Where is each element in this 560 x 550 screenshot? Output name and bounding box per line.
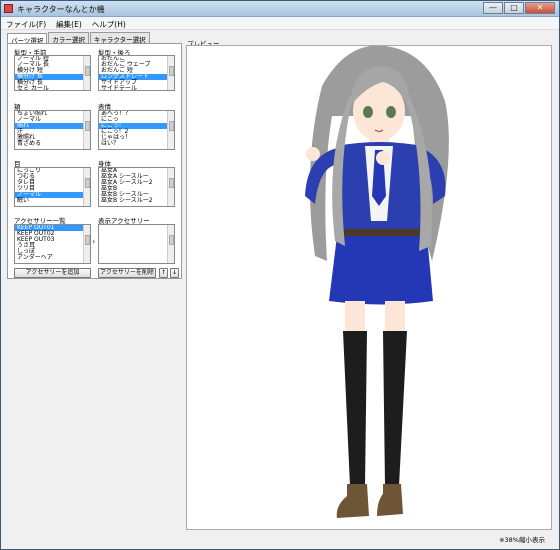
move-up-button[interactable]: ↑ xyxy=(159,268,168,278)
character-illustration xyxy=(305,45,449,518)
menu-file[interactable]: ファイル(F) xyxy=(1,17,51,29)
preview-canvas xyxy=(186,45,552,530)
scrollbar[interactable] xyxy=(167,111,174,149)
accessory-list[interactable]: KEEP OUT01 KEEP OUT02 KEEP OUT03 うさ耳 しっぽ アンダー… xyxy=(14,224,91,264)
scroll-thumb[interactable] xyxy=(85,121,90,131)
left-eye xyxy=(363,106,373,118)
eyes-list[interactable]: にっこり つむる タレ目 ツリ目 ノーマル 眠い xyxy=(14,167,91,207)
list-item[interactable]: 巫女B シースルー2 xyxy=(99,198,174,204)
left-thigh xyxy=(345,301,365,333)
list-item[interactable]: はい？ xyxy=(99,141,174,147)
menu-bar: ファイル(F) 編集(E) ヘルプ(H) xyxy=(1,17,559,30)
right-hand xyxy=(376,151,390,165)
zoom-status: ※38%縮小表示 xyxy=(499,536,545,544)
scrollbar[interactable] xyxy=(83,168,90,206)
list-item[interactable]: セミ カール xyxy=(15,86,90,91)
move-accessory-button[interactable]: › xyxy=(92,237,95,246)
scrollbar[interactable] xyxy=(83,56,90,90)
scroll-thumb[interactable] xyxy=(169,121,174,131)
expression-list[interactable]: あへっ！？ にこっ にこっ！ にこっ！2 じゃはっ！ はい？ xyxy=(98,110,175,150)
tab-character[interactable]: キャラクター選択 xyxy=(89,32,150,44)
right-thigh xyxy=(385,301,405,333)
scroll-thumb[interactable] xyxy=(169,235,174,245)
right-stocking xyxy=(383,331,407,486)
shown-accessory-list[interactable] xyxy=(98,224,175,264)
menu-edit[interactable]: 編集(E) xyxy=(51,17,87,29)
left-stocking xyxy=(343,331,367,486)
scrollbar[interactable] xyxy=(167,225,174,263)
left-boot xyxy=(336,484,369,518)
move-down-button[interactable]: ↓ xyxy=(170,268,179,278)
add-accessory-button[interactable]: アクセサリーを追加 xyxy=(14,268,91,278)
scrollbar[interactable] xyxy=(167,168,174,206)
right-boot xyxy=(377,484,403,516)
title-bar[interactable]: キャラクターなんとか機 — □ ✕ xyxy=(1,1,559,17)
scrollbar[interactable] xyxy=(83,111,90,149)
tab-content: 髪型・手前 ノーマル 短ノーマル 長横分け 短横分け 長横分け 長セミ カール … xyxy=(7,43,182,279)
right-eye xyxy=(386,106,396,118)
belt xyxy=(337,229,427,237)
remove-accessory-button[interactable]: アクセサリーを削除 xyxy=(98,268,156,278)
scrollbar[interactable] xyxy=(167,56,174,90)
scroll-thumb[interactable] xyxy=(169,178,174,188)
skirt xyxy=(329,236,433,305)
list-item[interactable]: 青ざめる xyxy=(15,141,90,147)
minimize-button[interactable]: — xyxy=(483,2,503,14)
app-icon xyxy=(4,4,13,13)
menu-help[interactable]: ヘルプ(H) xyxy=(87,17,131,29)
list-item[interactable]: 眠い xyxy=(15,198,90,204)
list-item[interactable]: アンダーヘア xyxy=(15,255,90,261)
body-list[interactable]: 巫女A 巫女A シースルー 巫女A シースルー2 巫女B 巫女B シースルー 巫女B シー… xyxy=(98,167,175,207)
cheek-list[interactable]: ちょい照れ ノーマル 照れ汗激照れ 青ざめる xyxy=(14,110,91,150)
maximize-button[interactable]: □ xyxy=(504,2,524,14)
parts-panel: パーツ選択 カラー選択 キャラクター選択 髪型・手前 ノーマル 短ノーマル 長横… xyxy=(7,32,182,280)
scroll-thumb[interactable] xyxy=(169,66,174,76)
scroll-thumb[interactable] xyxy=(85,178,90,188)
window-title: キャラクターなんとか機 xyxy=(17,5,105,14)
scrollbar[interactable] xyxy=(83,225,90,263)
list-item[interactable]: サイドテール xyxy=(99,86,174,91)
hair-back-list[interactable]: おだんご おだんご ウェーブ おだんご 短ロングストレート サイドアップ サイドテール xyxy=(98,55,175,91)
hair-front-list[interactable]: ノーマル 短ノーマル 長横分け 短横分け 長横分け 長セミ カール xyxy=(14,55,91,91)
app-window: キャラクターなんとか機 — □ ✕ ファイル(F) 編集(E) ヘルプ(H) パ… xyxy=(0,0,560,550)
scroll-thumb[interactable] xyxy=(85,235,90,245)
left-hand xyxy=(306,147,320,161)
scroll-thumb[interactable] xyxy=(85,66,90,76)
tab-color[interactable]: カラー選択 xyxy=(48,32,89,44)
close-button[interactable]: ✕ xyxy=(525,2,555,14)
